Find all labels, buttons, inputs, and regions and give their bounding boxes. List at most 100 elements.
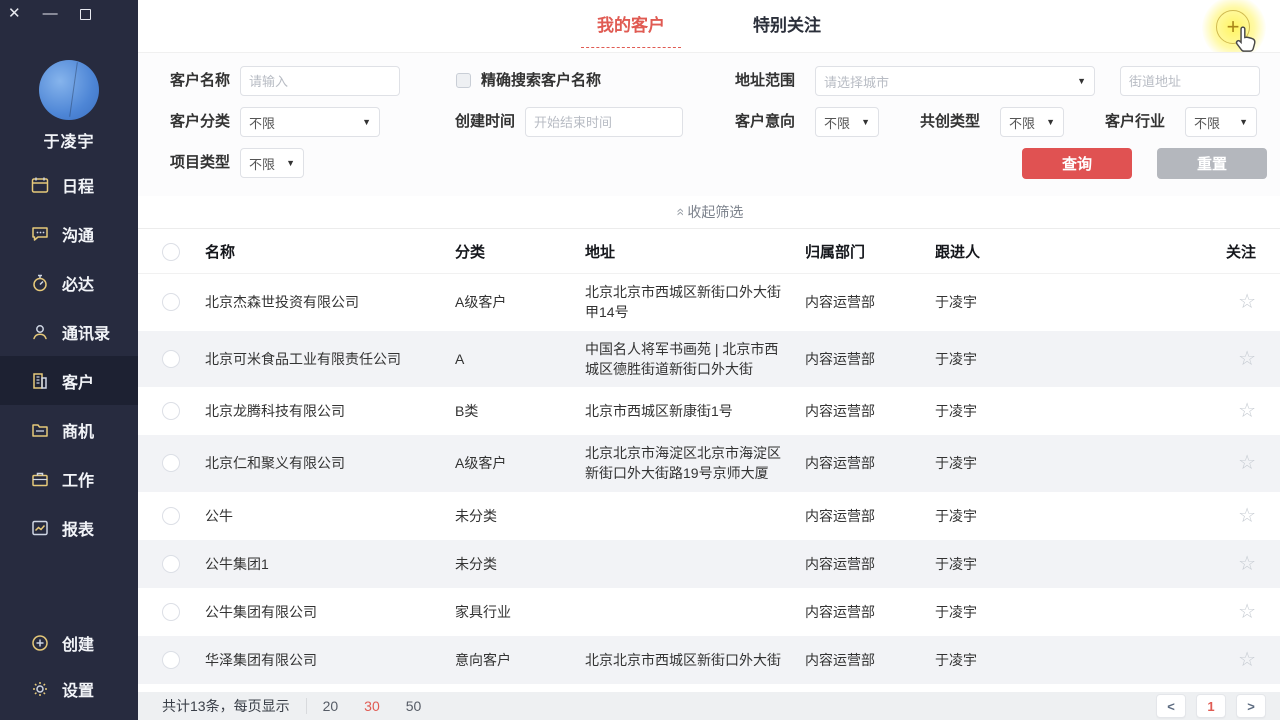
- customer-name[interactable]: 公牛: [205, 506, 455, 526]
- query-button[interactable]: 查询: [1022, 148, 1132, 179]
- close-button[interactable]: ✕: [8, 6, 21, 22]
- sidebar-item-label: 客户: [62, 369, 94, 393]
- customer-department: 内容运营部: [805, 453, 935, 473]
- sidebar-item-contacts[interactable]: 通讯录: [0, 307, 138, 356]
- sidebar-item-calendar[interactable]: 日程: [0, 160, 138, 209]
- folder-icon: [30, 420, 50, 440]
- add-customer-button[interactable]: +: [1202, 0, 1266, 60]
- customer-department: 内容运营部: [805, 650, 935, 670]
- category-select-value: 不限: [249, 113, 275, 132]
- row-checkbox[interactable]: [162, 454, 180, 472]
- header-category: 分类: [455, 241, 585, 262]
- page-size-20[interactable]: 20: [323, 698, 339, 714]
- customer-name[interactable]: 公牛集团1: [205, 554, 455, 574]
- row-checkbox[interactable]: [162, 350, 180, 368]
- project-type-label: 项目类型: [170, 148, 230, 178]
- intention-select[interactable]: 不限 ▼: [815, 107, 879, 137]
- row-checkbox[interactable]: [162, 293, 180, 311]
- customer-name[interactable]: 华泽集团有限公司: [205, 650, 455, 670]
- chevron-down-icon: ▼: [1077, 76, 1086, 86]
- customer-follower: 于凌宇: [935, 292, 1216, 312]
- customer-department: 内容运营部: [805, 602, 935, 622]
- customer-name[interactable]: 公牛集团有限公司: [205, 602, 455, 622]
- cocreate-select[interactable]: 不限 ▼: [1000, 107, 1064, 137]
- calendar-icon: [30, 175, 50, 195]
- row-checkbox[interactable]: [162, 555, 180, 573]
- sidebar-item-folder[interactable]: 商机: [0, 405, 138, 454]
- sidebar-item-chat[interactable]: 沟通: [0, 209, 138, 258]
- contacts-icon: [30, 322, 50, 342]
- customer-follower: 于凌宇: [935, 401, 1216, 421]
- collapse-filters-link[interactable]: » 收起筛选: [138, 196, 1280, 229]
- star-icon[interactable]: ☆: [1216, 602, 1256, 622]
- page-size-30[interactable]: 30: [364, 698, 380, 714]
- customer-name[interactable]: 北京可米食品工业有限责任公司: [205, 349, 455, 369]
- customer-table: 名称 分类 地址 归属部门 跟进人 关注 北京杰森世投资有限公司 A级客户 北京…: [138, 230, 1280, 692]
- star-icon[interactable]: ☆: [1216, 292, 1256, 312]
- tab-my-customers[interactable]: 我的客户: [593, 11, 669, 42]
- table-row[interactable]: 北京仁和聚义有限公司 A级客户 北京北京市海淀区北京市海淀区新街口外大街路19号…: [138, 435, 1280, 492]
- main-panel: 我的客户 特别关注 + 客户名称 精确搜索客户名称 地址范围 请选择城市 ▼: [138, 0, 1280, 720]
- table-header: 名称 分类 地址 归属部门 跟进人 关注: [138, 230, 1280, 274]
- sidebar-item-chart[interactable]: 报表: [0, 503, 138, 552]
- table-row[interactable]: 华泽集团有限公司 意向客户 北京北京市西城区新街口外大街 内容运营部 于凌宇 ☆: [138, 636, 1280, 684]
- customer-name[interactable]: 北京仁和聚义有限公司: [205, 453, 455, 473]
- minimize-button[interactable]: —: [43, 6, 58, 22]
- row-checkbox[interactable]: [162, 402, 180, 420]
- star-icon[interactable]: ☆: [1216, 401, 1256, 421]
- sidebar-item-briefcase[interactable]: 工作: [0, 454, 138, 503]
- project-select[interactable]: 不限 ▼: [240, 148, 304, 178]
- reset-button[interactable]: 重置: [1157, 148, 1267, 179]
- prev-page-button[interactable]: <: [1156, 694, 1186, 718]
- star-icon[interactable]: ☆: [1216, 650, 1256, 670]
- tab-special-follow[interactable]: 特别关注: [749, 11, 825, 42]
- sidebar-item-label: 商机: [62, 418, 94, 442]
- row-checkbox[interactable]: [162, 603, 180, 621]
- customer-department: 内容运营部: [805, 292, 935, 312]
- star-icon[interactable]: ☆: [1216, 506, 1256, 526]
- maximize-button[interactable]: [80, 9, 91, 20]
- header-address: 地址: [585, 241, 805, 262]
- star-icon[interactable]: ☆: [1216, 349, 1256, 369]
- city-select-value: 请选择城市: [824, 72, 889, 91]
- table-row[interactable]: 公牛集团1 未分类 内容运营部 于凌宇 ☆: [138, 540, 1280, 588]
- table-row[interactable]: 北京可米食品工业有限责任公司 A 中国名人将军书画苑 | 北京市西城区德胜街道新…: [138, 331, 1280, 388]
- sidebar-item-label: 报表: [62, 516, 94, 540]
- customer-name-input[interactable]: [240, 66, 400, 96]
- tab-bar: 我的客户 特别关注 +: [138, 0, 1280, 52]
- avatar[interactable]: [39, 60, 99, 120]
- table-row[interactable]: 北京龙腾科技有限公司 B类 北京市西城区新康街1号 内容运营部 于凌宇 ☆: [138, 387, 1280, 435]
- customer-name[interactable]: 北京杰森世投资有限公司: [205, 292, 455, 312]
- city-select[interactable]: 请选择城市 ▼: [815, 66, 1095, 96]
- sidebar-item-stopwatch[interactable]: 必达: [0, 258, 138, 307]
- customer-name[interactable]: 北京龙腾科技有限公司: [205, 401, 455, 421]
- chevron-down-icon: ▼: [362, 117, 371, 127]
- star-icon[interactable]: ☆: [1216, 554, 1256, 574]
- cocreate-type-label: 共创类型: [920, 107, 980, 137]
- customer-department: 内容运营部: [805, 349, 935, 369]
- chevron-up-icon: »: [670, 208, 686, 216]
- customer-follower: 于凌宇: [935, 650, 1216, 670]
- exact-search-checkbox[interactable]: [456, 73, 471, 88]
- sidebar-item-gear[interactable]: 设置: [0, 666, 138, 712]
- current-page-button[interactable]: 1: [1196, 694, 1226, 718]
- select-all-checkbox[interactable]: [162, 243, 180, 261]
- row-checkbox[interactable]: [162, 651, 180, 669]
- create-time-input[interactable]: [525, 107, 683, 137]
- table-row[interactable]: 公牛 未分类 内容运营部 于凌宇 ☆: [138, 492, 1280, 540]
- plus-circle-icon: [30, 633, 50, 653]
- page-size-50[interactable]: 50: [406, 698, 422, 714]
- table-row[interactable]: 公牛集团有限公司 家具行业 内容运营部 于凌宇 ☆: [138, 588, 1280, 636]
- row-checkbox[interactable]: [162, 507, 180, 525]
- star-icon[interactable]: ☆: [1216, 453, 1256, 473]
- sidebar-item-customer-building[interactable]: 客户: [0, 356, 138, 405]
- collapse-filters-label: 收起筛选: [687, 202, 743, 222]
- street-address-input[interactable]: [1120, 66, 1260, 96]
- category-select[interactable]: 不限 ▼: [240, 107, 380, 137]
- total-count-text: 共计13条，每页显示: [162, 696, 290, 716]
- customer-address: 中国名人将军书画苑 | 北京市西城区德胜街道新街口外大街: [585, 339, 805, 380]
- industry-select[interactable]: 不限 ▼: [1185, 107, 1257, 137]
- table-row[interactable]: 北京杰森世投资有限公司 A级客户 北京北京市西城区新街口外大街甲14号 内容运营…: [138, 274, 1280, 331]
- next-page-button[interactable]: >: [1236, 694, 1266, 718]
- sidebar-item-plus-circle[interactable]: 创建: [0, 620, 138, 666]
